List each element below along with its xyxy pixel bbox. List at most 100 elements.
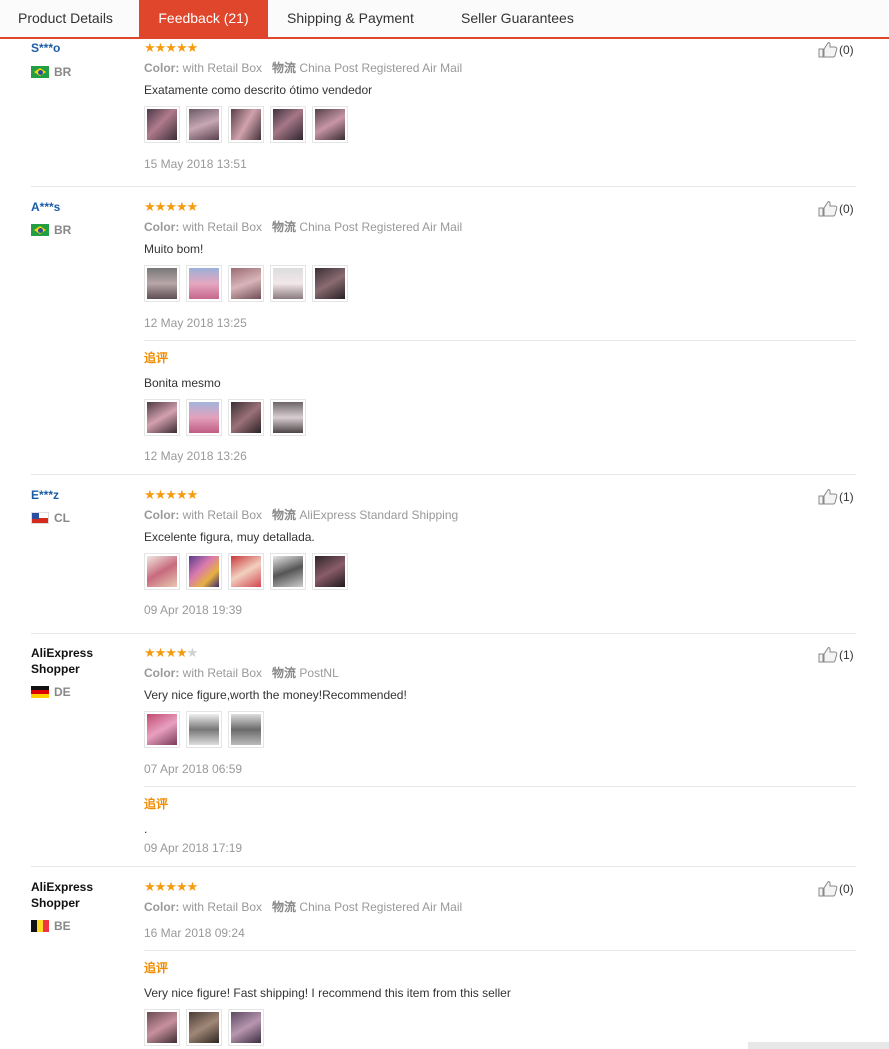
followup-photos xyxy=(144,399,312,437)
country-code: BE xyxy=(54,919,71,933)
thumbs-up-icon xyxy=(818,881,838,897)
tab-feedback[interactable]: Feedback (21) xyxy=(139,0,268,38)
review-divider xyxy=(31,633,856,634)
color-label: Color: xyxy=(144,220,180,234)
thumbs-up-icon xyxy=(818,201,838,217)
thumbs-up-icon xyxy=(818,647,838,663)
reviewer-name[interactable]: S***o xyxy=(31,41,60,55)
color-value: with Retail Box xyxy=(182,508,263,522)
helpful-count: (0) xyxy=(839,202,854,216)
review-photo[interactable] xyxy=(228,399,264,436)
review-photo[interactable] xyxy=(228,711,264,748)
tab-seller-guarantees[interactable]: Seller Guarantees xyxy=(461,0,574,38)
thumbs-up-icon xyxy=(818,42,838,58)
review-comment: Exatamente como descrito ótimo vendedor xyxy=(144,83,373,97)
review-photo[interactable] xyxy=(312,265,348,302)
color-value: with Retail Box xyxy=(182,900,263,914)
review-divider xyxy=(31,866,856,867)
helpful-count: (1) xyxy=(839,490,854,504)
helpful-count: (0) xyxy=(839,882,854,896)
review-photo[interactable] xyxy=(312,106,348,143)
review-attributes: Color: with Retail Box 物流 AliExpress Stan… xyxy=(144,508,458,522)
review-photo[interactable] xyxy=(228,106,264,143)
review-photo[interactable] xyxy=(144,265,180,302)
flag-icon xyxy=(31,224,49,236)
review-photo[interactable] xyxy=(186,106,222,143)
review-date: 15 May 2018 13:51 xyxy=(144,157,247,171)
shipping-label: 物流 xyxy=(272,220,297,234)
country-code: BR xyxy=(54,65,72,79)
review-photos xyxy=(144,711,270,749)
review-comment: Excelente figura, muy detallada. xyxy=(144,530,315,544)
review-photo[interactable] xyxy=(270,553,306,590)
flag-icon xyxy=(31,686,49,698)
followup-label: 追评 xyxy=(144,961,169,975)
review-photo[interactable] xyxy=(186,265,222,302)
review-photo[interactable] xyxy=(270,399,306,436)
tab-bar: Product Details Feedback (21) Shipping &… xyxy=(0,0,889,38)
star-rating: ★★★★★ xyxy=(144,200,198,213)
review-photo[interactable] xyxy=(270,106,306,143)
review-attributes: Color: with Retail Box 物流 China Post Regi… xyxy=(144,220,462,234)
review-photo[interactable] xyxy=(144,711,180,748)
review-photo[interactable] xyxy=(228,1009,264,1046)
helpful-button[interactable]: (1) xyxy=(818,488,854,506)
review-photo[interactable] xyxy=(270,265,306,302)
reviewer-country: CL xyxy=(31,512,70,524)
review-photos xyxy=(144,553,354,591)
review-photo[interactable] xyxy=(186,1009,222,1046)
followup-photos xyxy=(144,1009,270,1047)
followup-divider xyxy=(144,340,856,341)
bottom-scroll-hint xyxy=(748,1042,889,1049)
flag-icon xyxy=(31,66,49,78)
reviewer-name[interactable]: AliExpress Shopper xyxy=(31,645,111,677)
review-date: 09 Apr 2018 19:39 xyxy=(144,603,243,617)
followup-date: 12 May 2018 13:26 xyxy=(144,449,247,463)
shipping-value: China Post Registered Air Mail xyxy=(299,900,463,914)
review-photos xyxy=(144,106,354,144)
country-code: CL xyxy=(54,511,70,525)
helpful-count: (0) xyxy=(839,43,854,57)
review-comment: Muito bom! xyxy=(144,242,204,256)
review-photo[interactable] xyxy=(144,1009,180,1046)
followup-label: 追评 xyxy=(144,797,169,811)
helpful-button[interactable]: (0) xyxy=(818,880,854,898)
color-label: Color: xyxy=(144,666,180,680)
helpful-button[interactable]: (1) xyxy=(818,646,854,664)
review-photo[interactable] xyxy=(144,399,180,436)
color-value: with Retail Box xyxy=(182,61,263,75)
review-photo[interactable] xyxy=(228,553,264,590)
color-value: with Retail Box xyxy=(182,666,263,680)
shipping-label: 物流 xyxy=(272,508,297,522)
review-date: 12 May 2018 13:25 xyxy=(144,316,247,330)
followup-divider xyxy=(144,786,856,787)
reviewer-name[interactable]: A***s xyxy=(31,200,60,214)
review-photo[interactable] xyxy=(186,399,222,436)
tab-product-details[interactable]: Product Details xyxy=(18,0,113,38)
star-icon: ★★★★ xyxy=(144,645,188,660)
color-label: Color: xyxy=(144,508,180,522)
star-rating: ★★★★★ xyxy=(144,41,198,54)
helpful-count: (1) xyxy=(839,648,854,662)
tab-underline xyxy=(0,37,889,39)
reviewer-name[interactable]: E***z xyxy=(31,488,59,502)
review-attributes: Color: with Retail Box 物流 China Post Regi… xyxy=(144,900,462,914)
helpful-button[interactable]: (0) xyxy=(818,200,854,218)
review-photo[interactable] xyxy=(312,553,348,590)
review-photo[interactable] xyxy=(186,711,222,748)
star-empty-icon: ★ xyxy=(186,645,199,660)
review-photo[interactable] xyxy=(144,106,180,143)
color-value: with Retail Box xyxy=(182,220,263,234)
review-photo[interactable] xyxy=(144,553,180,590)
review-photo[interactable] xyxy=(186,553,222,590)
followup-date: 09 Apr 2018 17:19 xyxy=(144,841,243,855)
review-photo[interactable] xyxy=(228,265,264,302)
review-photos xyxy=(144,265,354,303)
tab-shipping-payment[interactable]: Shipping & Payment xyxy=(287,0,414,38)
flag-icon xyxy=(31,920,49,932)
shipping-label: 物流 xyxy=(272,900,297,914)
reviewer-country: BR xyxy=(31,66,71,78)
followup-divider xyxy=(144,950,856,951)
helpful-button[interactable]: (0) xyxy=(818,41,854,59)
reviewer-name[interactable]: AliExpress Shopper xyxy=(31,879,111,911)
